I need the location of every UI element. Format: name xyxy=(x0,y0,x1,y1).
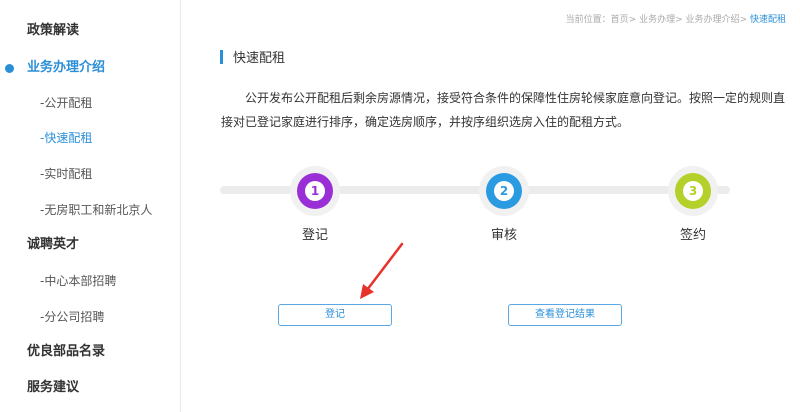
sidebar-item-hq-recruit[interactable]: -中心本部招聘 xyxy=(40,269,220,293)
step-label-2: 审核 xyxy=(490,228,517,243)
sidebar-item-careers[interactable]: 诚聘英才 xyxy=(27,233,207,257)
breadcrumb-separator: > xyxy=(739,15,748,25)
active-indicator-dot xyxy=(5,64,14,73)
step-number-1: 1 xyxy=(305,181,325,201)
step-ring-2: 2 xyxy=(486,173,522,209)
page-description: 公开发布公开配租后剩余房源情况，接受符合条件的保障性住房轮候家庭意向登记。按照一… xyxy=(221,91,786,129)
step-ring-1: 1 xyxy=(297,173,333,209)
step-label-1: 登记 xyxy=(301,228,328,243)
breadcrumb-separator: > xyxy=(628,15,637,25)
sidebar-item-quick-rent[interactable]: -快速配租 xyxy=(40,126,220,150)
sidebar-item-policy[interactable]: 政策解读 xyxy=(27,19,207,43)
view-result-button[interactable]: 查看登记结果 xyxy=(508,304,622,326)
arrow-head xyxy=(360,284,374,299)
sidebar-item-new-residents[interactable]: -无房职工和新北京人 xyxy=(40,198,220,222)
arrow-shaft xyxy=(365,242,404,292)
sidebar-item-parts-list[interactable]: 优良部品名录 xyxy=(27,340,207,364)
breadcrumb-separator: > xyxy=(675,15,683,25)
sidebar-item-public-rent[interactable]: -公开配租 xyxy=(40,91,220,115)
title-accent-bar xyxy=(220,50,223,64)
breadcrumb-prefix: 当前位置： xyxy=(565,15,611,25)
breadcrumb: 当前位置：首页> 业务办理> 业务办理介绍> 快速配租 xyxy=(566,12,786,25)
sidebar-item-realtime-rent[interactable]: -实时配租 xyxy=(40,162,220,186)
breadcrumb-link-home[interactable]: 首页 xyxy=(611,15,629,25)
step-circle-1: 1 xyxy=(290,166,340,216)
page-title: 快速配租 xyxy=(233,51,286,66)
sidebar-item-business[interactable]: 业务办理介绍 xyxy=(27,56,207,80)
step-number-3: 3 xyxy=(683,181,703,201)
step-circle-3: 3 xyxy=(668,166,718,216)
step-number-2: 2 xyxy=(494,181,514,201)
step-circle-2: 2 xyxy=(479,166,529,216)
sidebar: 政策解读 业务办理介绍 -公开配租 -快速配租 -实时配租 -无房职工和新北京人… xyxy=(0,0,181,412)
step-ring-3: 3 xyxy=(675,173,711,209)
breadcrumb-current: 快速配租 xyxy=(749,15,786,25)
red-arrow-icon xyxy=(360,242,404,299)
register-button[interactable]: 登记 xyxy=(278,304,392,326)
breadcrumb-link-business-intro[interactable]: 业务办理介绍 xyxy=(686,15,740,25)
step-label-3: 签约 xyxy=(679,228,706,243)
sidebar-item-branch-recruit[interactable]: -分公司招聘 xyxy=(40,305,220,329)
sidebar-item-suggestions[interactable]: 服务建议 xyxy=(27,376,207,400)
breadcrumb-link-business[interactable]: 业务办理 xyxy=(639,15,675,25)
